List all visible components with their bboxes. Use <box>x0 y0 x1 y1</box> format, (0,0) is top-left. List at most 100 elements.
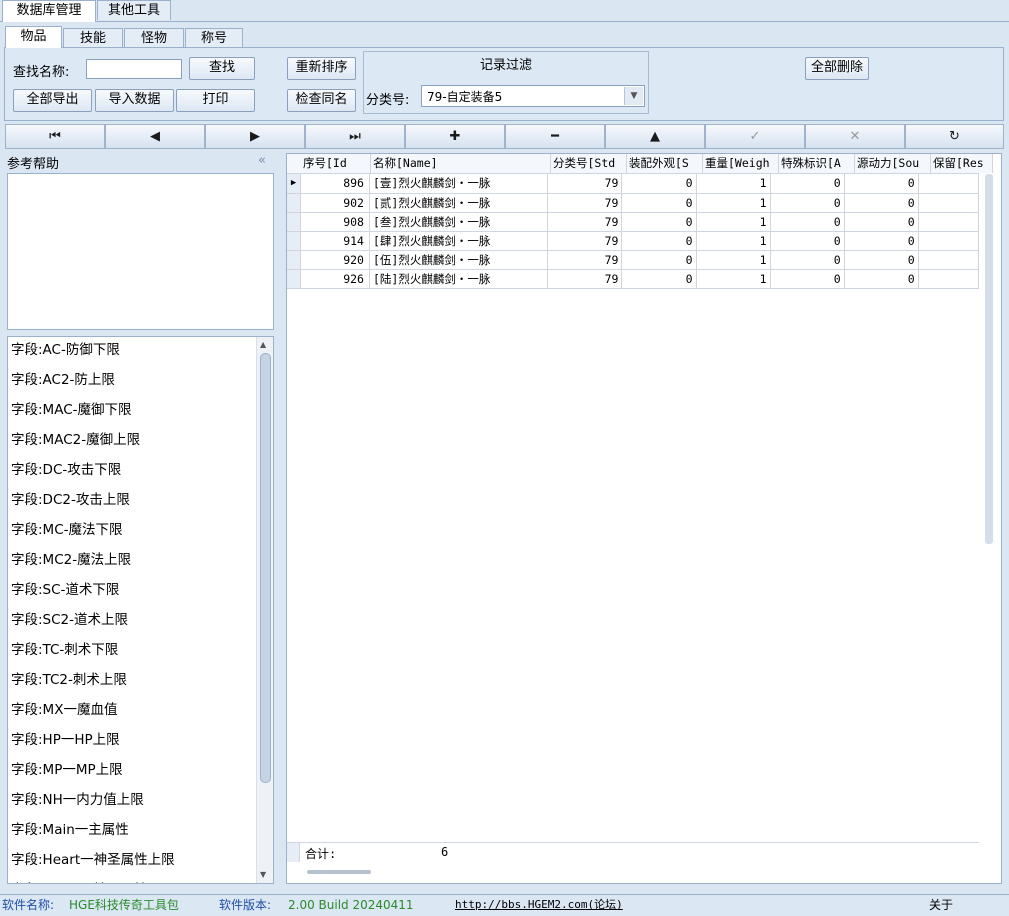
first-record-button[interactable]: ⏮ <box>5 124 105 149</box>
row-indicator[interactable] <box>287 250 302 270</box>
field-list-item[interactable]: 字段:MC2-魔法上限 <box>8 545 256 575</box>
table-row[interactable]: ▶ 896 [壹]烈火麒麟剑・一脉 79 0 1 0 0 <box>287 174 980 194</box>
table-cell[interactable]: 0 <box>621 174 697 194</box>
table-row[interactable]: 920 [伍]烈火麒麟剑・一脉 79 0 1 0 0 <box>287 250 980 270</box>
next-record-button[interactable]: ▶ <box>205 124 305 149</box>
delete-all-button[interactable]: 全部删除 <box>805 57 869 80</box>
table-cell[interactable]: 920 <box>300 250 370 270</box>
field-list[interactable]: 字段:AC-防御下限 字段:AC2-防上限 字段:MAC-魔御下限 字段:MAC2-魔… <box>7 336 274 884</box>
field-list-item[interactable]: 字段:SC-道术下限 <box>8 575 256 605</box>
row-indicator[interactable]: ▶ <box>287 174 302 194</box>
table-cell[interactable]: [陆]烈火麒麟剑・一脉 <box>369 269 549 289</box>
table-cell[interactable]: 0 <box>844 174 919 194</box>
column-header[interactable]: 名称[Name] <box>371 154 551 173</box>
column-header[interactable]: 分类号[Std <box>551 154 627 173</box>
find-button[interactable]: 查找 <box>189 57 255 80</box>
category-select[interactable]: 79-自定装备5 ▼ <box>421 85 645 107</box>
row-indicator[interactable] <box>287 193 302 213</box>
field-list-item[interactable]: 字段:Main一主属性 <box>8 815 256 845</box>
table-cell[interactable]: 0 <box>621 231 697 251</box>
chevron-down-icon[interactable]: ▼ <box>624 87 643 105</box>
table-cell[interactable]: 0 <box>770 250 845 270</box>
field-list-item[interactable]: 字段:DC-攻击下限 <box>8 455 256 485</box>
post-record-button[interactable]: ✓ <box>705 124 805 149</box>
table-cell[interactable]: 79 <box>547 231 623 251</box>
table-cell[interactable] <box>918 269 980 289</box>
field-list-item[interactable]: 字段:TC-刺术下限 <box>8 635 256 665</box>
tab-titles[interactable]: 称号 <box>185 28 243 48</box>
scroll-down-icon[interactable]: ▼ <box>260 870 266 879</box>
refresh-record-button[interactable]: ↻ <box>905 124 1004 149</box>
table-cell[interactable]: 0 <box>621 269 697 289</box>
tab-items[interactable]: 物品 <box>5 26 62 48</box>
prior-record-button[interactable]: ◀ <box>105 124 205 149</box>
table-cell[interactable]: 79 <box>547 193 623 213</box>
table-cell[interactable]: 1 <box>696 231 771 251</box>
table-cell[interactable]: 0 <box>621 193 697 213</box>
table-cell[interactable]: 0 <box>621 212 697 232</box>
row-indicator[interactable] <box>287 231 302 251</box>
field-list-item[interactable]: 字段:TC2-刺术上限 <box>8 665 256 695</box>
table-cell[interactable]: 79 <box>547 269 623 289</box>
field-list-item[interactable]: 字段:AC-防御下限 <box>8 337 256 365</box>
field-list-item[interactable]: 字段:MP一MP上限 <box>8 755 256 785</box>
table-cell[interactable]: 0 <box>844 193 919 213</box>
field-list-item[interactable]: 字段:MAC2-魔御上限 <box>8 425 256 455</box>
column-header[interactable]: 源动力[Sou <box>855 154 931 173</box>
table-row[interactable]: 914 [肆]烈火麒麟剑・一脉 79 0 1 0 0 <box>287 231 980 251</box>
table-cell[interactable]: 0 <box>770 174 845 194</box>
table-cell[interactable]: 0 <box>844 231 919 251</box>
tab-other-tools[interactable]: 其他工具 <box>97 0 171 20</box>
search-input[interactable] <box>86 59 182 79</box>
table-cell[interactable]: 79 <box>547 250 623 270</box>
field-list-item[interactable]: 字段:DC2-攻击上限 <box>8 485 256 515</box>
resort-button[interactable]: 重新排序 <box>287 57 356 80</box>
table-cell[interactable]: 0 <box>770 193 845 213</box>
cancel-record-button[interactable]: ✕ <box>805 124 905 149</box>
table-cell[interactable]: 79 <box>547 212 623 232</box>
scroll-up-icon[interactable]: ▲ <box>260 340 266 349</box>
table-cell[interactable] <box>918 212 980 232</box>
table-cell[interactable]: [壹]烈火麒麟剑・一脉 <box>369 174 549 194</box>
tab-skills[interactable]: 技能 <box>63 28 123 48</box>
field-list-item[interactable]: 字段:NH一内力值上限 <box>8 785 256 815</box>
table-cell[interactable]: 908 <box>300 212 370 232</box>
column-header[interactable]: 装配外观[S <box>627 154 703 173</box>
field-list-item[interactable]: 字段:HP一HP上限 <box>8 725 256 755</box>
table-cell[interactable]: 1 <box>696 250 771 270</box>
field-list-item[interactable]: 字段:MX一魔血值 <box>8 695 256 725</box>
field-list-item[interactable]: 字段:Heart2-神圣属性下限 <box>8 875 256 883</box>
column-header[interactable]: 序号[Id <box>301 154 371 173</box>
export-all-button[interactable]: 全部导出 <box>13 89 92 112</box>
table-cell[interactable]: 0 <box>844 269 919 289</box>
table-cell[interactable]: 902 <box>300 193 370 213</box>
table-cell[interactable]: 0 <box>621 250 697 270</box>
tab-monsters[interactable]: 怪物 <box>124 28 184 48</box>
table-cell[interactable]: 1 <box>696 269 771 289</box>
check-duplicate-button[interactable]: 检查同名 <box>287 89 356 112</box>
column-header[interactable]: 保留[Res <box>931 154 993 173</box>
field-list-item[interactable]: 字段:SC2-道术上限 <box>8 605 256 635</box>
table-cell[interactable]: 896 <box>300 174 370 194</box>
row-indicator[interactable] <box>287 269 302 289</box>
import-data-button[interactable]: 导入数据 <box>95 89 174 112</box>
scroll-thumb[interactable] <box>260 353 271 783</box>
field-list-item[interactable]: 字段:Heart一神圣属性上限 <box>8 845 256 875</box>
about-link[interactable]: 关于 <box>929 895 953 915</box>
column-header[interactable]: 特殊标识[A <box>779 154 855 173</box>
delete-record-button[interactable]: ━ <box>505 124 605 149</box>
grid-horizontal-scrollbar[interactable] <box>307 870 371 874</box>
insert-record-button[interactable]: ✚ <box>405 124 505 149</box>
tab-database-management[interactable]: 数据库管理 <box>2 0 96 22</box>
column-header[interactable]: 重量[Weigh <box>703 154 779 173</box>
field-list-item[interactable]: 字段:MC-魔法下限 <box>8 515 256 545</box>
table-cell[interactable]: 1 <box>696 212 771 232</box>
table-row[interactable]: 908 [叁]烈火麒麟剑・一脉 79 0 1 0 0 <box>287 212 980 232</box>
table-cell[interactable] <box>918 250 980 270</box>
table-cell[interactable] <box>918 193 980 213</box>
print-button[interactable]: 打印 <box>176 89 255 112</box>
table-cell[interactable]: 926 <box>300 269 370 289</box>
table-row[interactable]: 926 [陆]烈火麒麟剑・一脉 79 0 1 0 0 <box>287 269 980 289</box>
table-cell[interactable]: 0 <box>844 212 919 232</box>
table-cell[interactable]: 79 <box>547 174 623 194</box>
